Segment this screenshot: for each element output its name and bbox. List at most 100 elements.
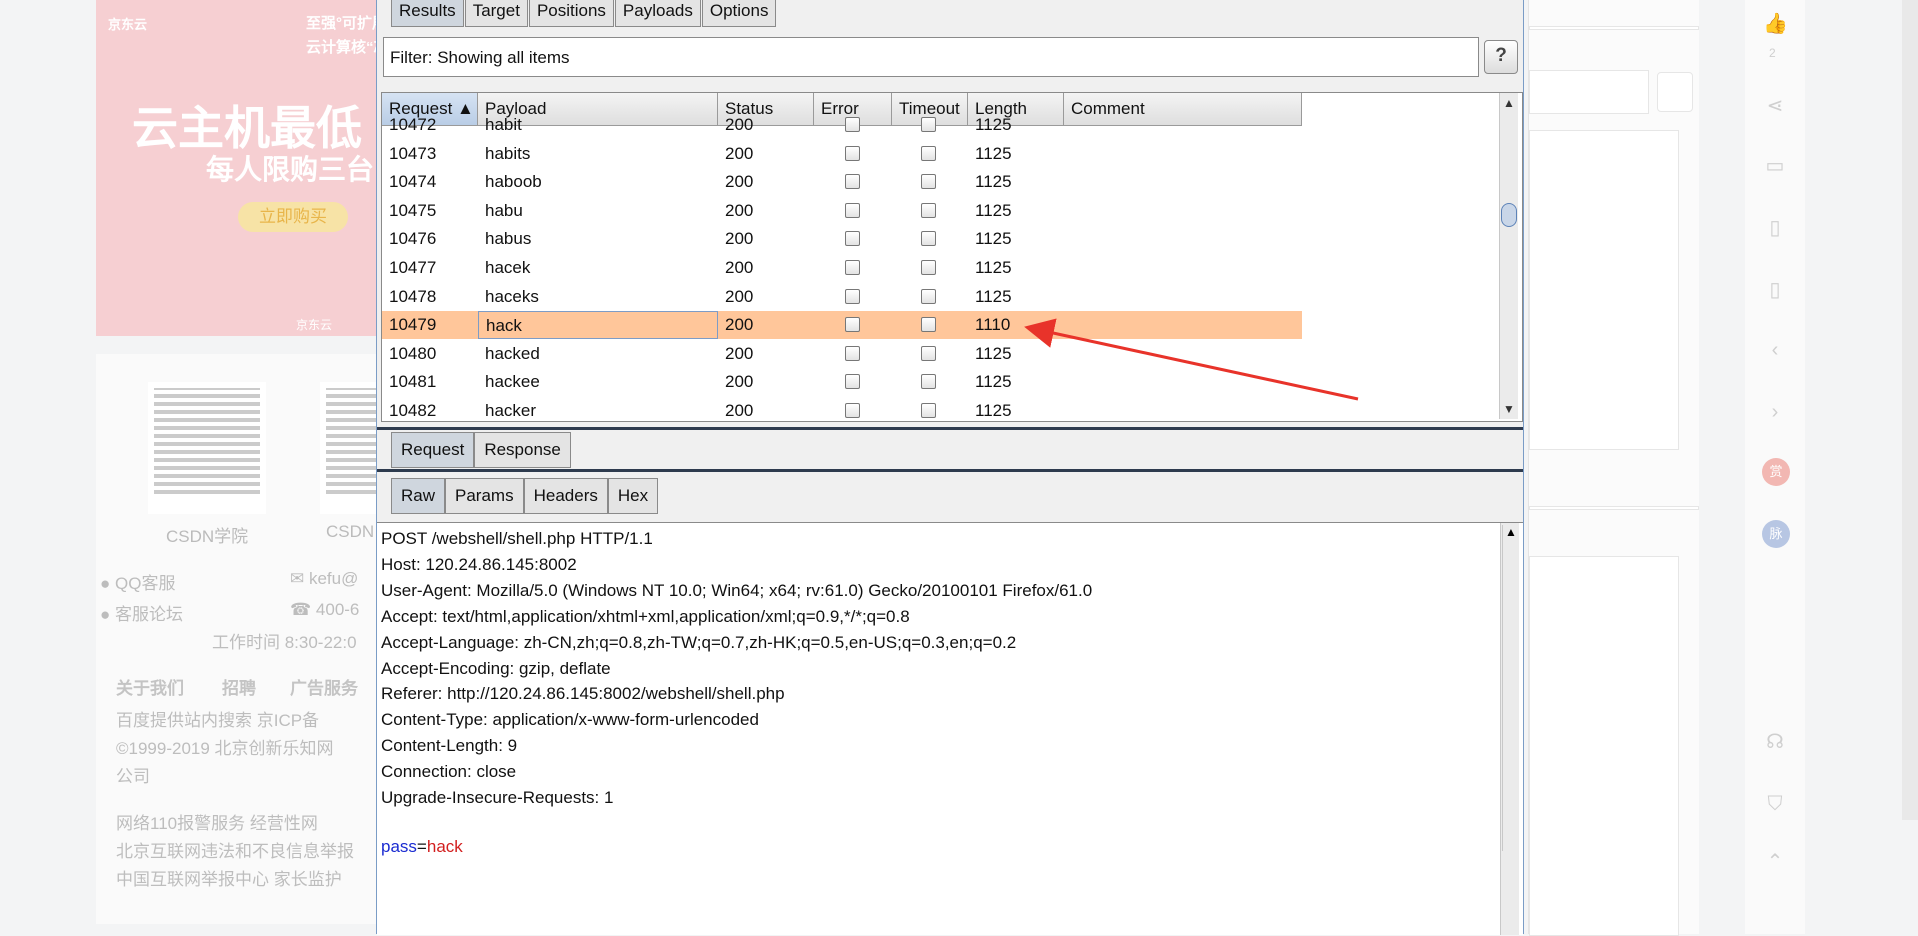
table-row[interactable]: 10480 hacked 200 1125 <box>382 340 1302 368</box>
pane-divider[interactable] <box>377 427 1523 430</box>
request-editor[interactable]: POST /webshell/shell.php HTTP/1.1 Host: 1… <box>377 522 1523 935</box>
table-row[interactable]: 10472 habit 200 1125 <box>382 111 1302 139</box>
request-line: User-Agent: Mozilla/5.0 (Windows NT 10.0… <box>381 580 1093 600</box>
timeout-checkbox[interactable] <box>921 403 936 418</box>
error-checkbox[interactable] <box>845 202 860 218</box>
timeout-checkbox[interactable] <box>921 317 936 333</box>
results-scrollbar[interactable]: ▲ ▼ <box>1499 93 1518 419</box>
tab-params[interactable]: Params <box>445 478 524 514</box>
page-scrollbar[interactable] <box>1902 0 1918 820</box>
tab-raw[interactable]: Raw <box>391 478 446 514</box>
table-row[interactable]: 10476 habus 200 1125 <box>382 225 1302 253</box>
error-checkbox[interactable] <box>845 288 860 304</box>
tab-request[interactable]: Request <box>391 432 475 468</box>
footer-line[interactable]: 中国互联网举报中心 家长监护 <box>116 865 342 890</box>
error-checkbox[interactable] <box>845 345 860 361</box>
tab-target[interactable]: Target <box>464 0 528 27</box>
support-forum-link[interactable]: ● 客服论坛 <box>100 600 183 625</box>
bookmark-icon[interactable]: ▯ <box>1763 216 1787 240</box>
filter-bar[interactable]: Filter: Showing all items <box>383 37 1479 77</box>
footer-line[interactable]: 网络110报警服务 经营性网 <box>116 809 318 834</box>
table-row[interactable]: 10473 habits 200 1125 <box>382 140 1302 168</box>
timeout-checkbox[interactable] <box>921 288 936 304</box>
email-link[interactable]: ✉ kefu@ <box>290 569 358 589</box>
cell-length: 1125 <box>975 115 1012 134</box>
scrollbar-thumb[interactable] <box>1501 203 1517 227</box>
tab-payloads[interactable]: Payloads <box>614 0 701 27</box>
ad-buy-button[interactable]: 立即购买 <box>238 202 348 232</box>
phone-number: ☎ 400-6 <box>290 600 360 619</box>
table-row[interactable]: 10478 haceks 200 1125 <box>382 283 1302 311</box>
cell-request: 10475 <box>389 200 437 220</box>
cell-status: 200 <box>725 372 754 392</box>
intruder-tab-bar: Results Target Positions Payloads Option… <box>391 0 777 28</box>
cell-payload: hackee <box>485 372 540 392</box>
request-line: Content-Type: application/x-www-form-url… <box>381 710 759 730</box>
table-row[interactable]: 10475 habu 200 1125 <box>382 197 1302 225</box>
timeout-checkbox[interactable] <box>921 231 936 247</box>
cell-length: 1125 <box>975 401 1012 420</box>
qq-support-link[interactable]: ● QQ客服 <box>100 569 175 594</box>
comment-icon[interactable]: ▭ <box>1763 154 1787 178</box>
error-checkbox[interactable] <box>845 403 860 418</box>
request-editor-scrollbar[interactable]: ▲ <box>1500 523 1519 935</box>
error-checkbox[interactable] <box>845 231 860 247</box>
thumbs-up-icon[interactable]: 👍 <box>1763 12 1788 36</box>
jobs-link[interactable]: 招聘 <box>222 674 256 699</box>
scroll-down-arrow-icon[interactable]: ▼ <box>1501 401 1517 417</box>
share-icon[interactable]: ⋖ <box>1763 94 1787 118</box>
headset-icon[interactable]: ☊ <box>1763 730 1787 754</box>
table-row[interactable]: 10477 hacek 200 1125 <box>382 254 1302 282</box>
error-checkbox[interactable] <box>845 317 860 333</box>
shield-icon[interactable]: ⛉ <box>1763 792 1787 816</box>
error-checkbox[interactable] <box>845 174 860 190</box>
timeout-checkbox[interactable] <box>921 202 936 218</box>
table-row[interactable]: 10482 hacker 200 1125 <box>382 397 1302 421</box>
timeout-checkbox[interactable] <box>921 260 936 275</box>
results-table: Request ▲ Payload Status Error Timeout L… <box>381 92 1523 422</box>
cell-request: 10474 <box>389 172 437 192</box>
chevron-right-icon[interactable]: › <box>1763 400 1787 424</box>
cell-payload: habit <box>485 115 522 134</box>
filter-help-button[interactable]: ? <box>1484 40 1518 74</box>
mai-icon[interactable]: 脉 <box>1762 520 1790 548</box>
timeout-checkbox[interactable] <box>921 145 936 161</box>
timeout-checkbox[interactable] <box>921 345 936 361</box>
scroll-up-arrow-icon[interactable]: ▲ <box>1502 525 1519 851</box>
table-row[interactable]: 10479 hack 200 1110 <box>382 311 1302 340</box>
chevron-up-icon[interactable]: ⌃ <box>1763 850 1787 874</box>
timeout-checkbox[interactable] <box>921 174 936 190</box>
cell-status: 200 <box>725 286 754 306</box>
cell-payload: habits <box>485 143 531 163</box>
reward-icon[interactable]: 赏 <box>1762 458 1790 486</box>
pane-divider <box>377 469 1523 472</box>
timeout-checkbox[interactable] <box>921 117 936 132</box>
table-row[interactable]: 10474 haboob 200 1125 <box>382 168 1302 196</box>
tab-options[interactable]: Options <box>701 0 777 27</box>
tab-hex[interactable]: Hex <box>607 478 659 514</box>
error-checkbox[interactable] <box>845 260 860 275</box>
ads-link[interactable]: 广告服务 <box>290 674 358 699</box>
request-body: pass=hack <box>381 837 463 857</box>
cell-length: 1125 <box>975 172 1012 192</box>
tab-positions[interactable]: Positions <box>528 0 614 27</box>
about-us-link[interactable]: 关于我们 <box>116 674 184 699</box>
cell-status: 200 <box>725 343 754 363</box>
footer-line[interactable]: 北京互联网违法和不良信息举报 <box>116 837 354 862</box>
cell-length: 1125 <box>975 286 1012 306</box>
error-checkbox[interactable] <box>845 145 860 161</box>
table-row[interactable]: 10481 hackee 200 1125 <box>382 368 1302 396</box>
param-value: hack <box>426 837 463 856</box>
advertisement-banner[interactable]: 京东云 至强°可扩展平台 云计算核“芯”引擎 云主机最低 每人限购三台 立即购买… <box>96 0 396 336</box>
scroll-up-arrow-icon[interactable]: ▲ <box>1501 95 1517 111</box>
tab-headers[interactable]: Headers <box>523 478 608 514</box>
chevron-left-icon[interactable]: ‹ <box>1763 338 1787 362</box>
tab-results[interactable]: Results <box>391 0 464 27</box>
tab-response[interactable]: Response <box>474 432 571 468</box>
mobile-icon[interactable]: ▯ <box>1763 278 1787 302</box>
error-checkbox[interactable] <box>845 374 860 390</box>
timeout-checkbox[interactable] <box>921 374 936 390</box>
cell-request: 10480 <box>389 343 437 363</box>
cell-length: 1110 <box>975 315 1011 335</box>
error-checkbox[interactable] <box>845 117 860 132</box>
